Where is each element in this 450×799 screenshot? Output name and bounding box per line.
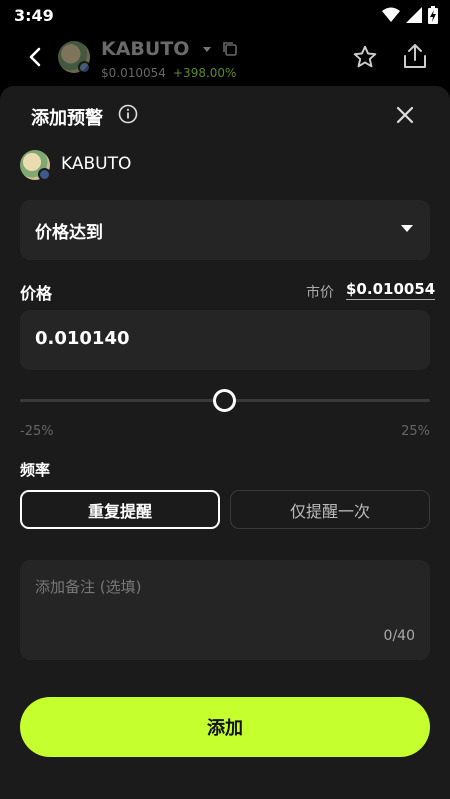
header-change: +398.00% (173, 66, 237, 80)
status-bar: 3:49 (0, 0, 450, 32)
star-icon[interactable] (352, 44, 378, 70)
add-alert-sheet: 添加预警 KABUTO 价格达到 价格 市价 $0.010054 0.01014… (0, 86, 450, 799)
slider-max-label: 25% (401, 424, 430, 439)
note-field[interactable]: 添加备注 (选填) 0/40 (20, 560, 430, 660)
price-slider-handle[interactable] (213, 389, 236, 412)
chevron-down-icon[interactable] (202, 46, 212, 54)
token-header: KABUTO $0.010054 +398.00% (0, 32, 450, 88)
back-arrow-icon[interactable] (20, 42, 50, 72)
add-button[interactable]: 添加 (20, 697, 430, 757)
price-input[interactable]: 0.010140 (20, 310, 430, 370)
note-char-counter: 0/40 (383, 628, 415, 644)
header-price: $0.010054 (101, 66, 166, 80)
copy-icon[interactable] (222, 41, 238, 57)
chain-badge-icon (78, 61, 91, 74)
frequency-repeat-button[interactable]: 重复提醒 (20, 490, 220, 529)
status-icons (382, 6, 438, 24)
wifi-icon (382, 7, 400, 22)
share-icon[interactable] (402, 42, 428, 70)
market-price-value[interactable]: $0.010054 (346, 280, 436, 300)
frequency-label: 频率 (20, 461, 51, 479)
status-time: 3:49 (14, 6, 54, 25)
price-label: 价格 (20, 284, 53, 303)
battery-icon (428, 6, 438, 24)
condition-dropdown[interactable]: 价格达到 (20, 200, 430, 260)
caret-down-icon (401, 225, 413, 232)
condition-selected: 价格达到 (35, 223, 103, 243)
market-price-label: 市价 (306, 285, 334, 301)
note-placeholder: 添加备注 (选填) (35, 578, 142, 596)
frequency-once-button[interactable]: 仅提醒一次 (230, 490, 430, 529)
info-icon[interactable] (118, 104, 138, 124)
slider-min-label: -25% (20, 424, 54, 439)
header-token-name[interactable]: KABUTO (101, 38, 189, 60)
sheet-title: 添加预警 (31, 108, 103, 129)
price-input-value: 0.010140 (35, 328, 130, 349)
close-icon[interactable] (394, 104, 416, 126)
chain-badge-icon (38, 168, 51, 181)
token-name: KABUTO (61, 154, 132, 174)
signal-icon (406, 7, 422, 23)
